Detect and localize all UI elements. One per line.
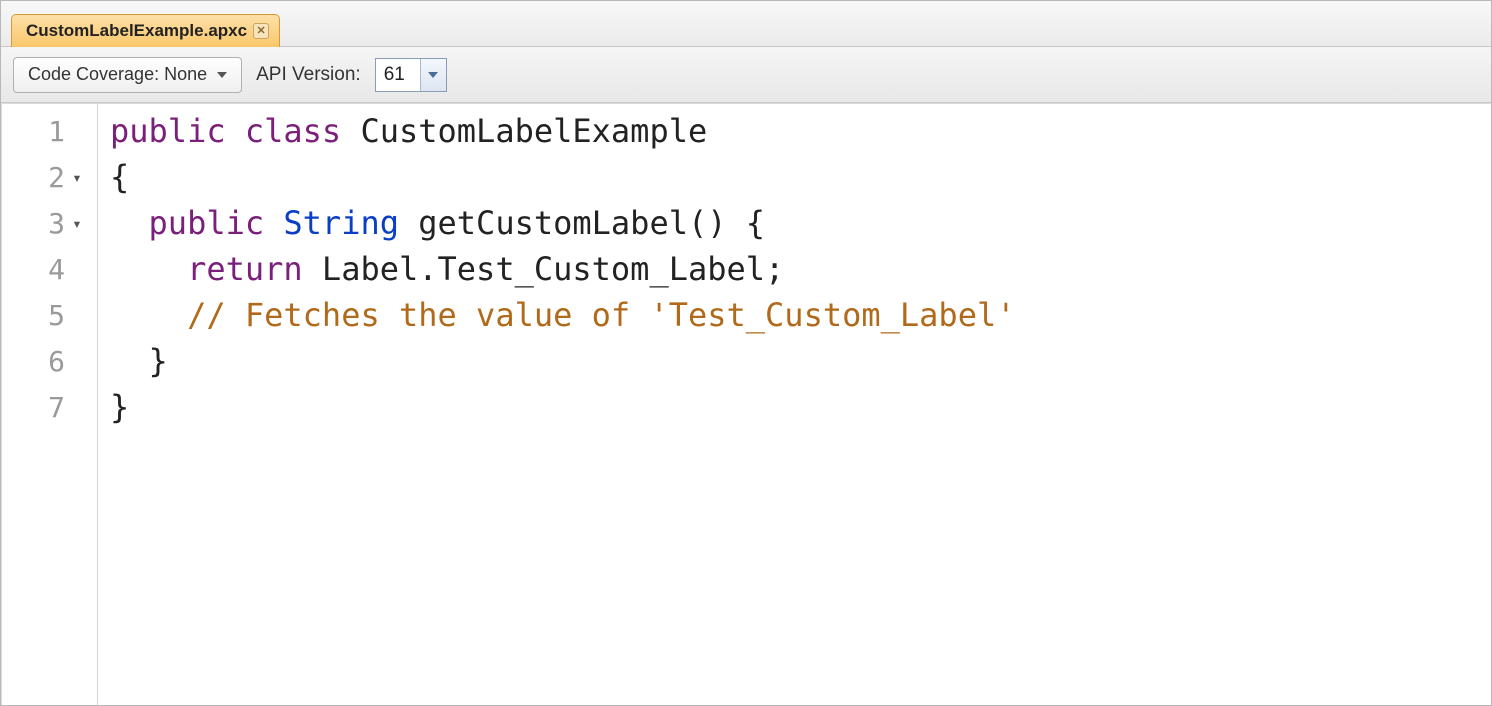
code-area[interactable]: public class CustomLabelExample{ public … <box>98 104 1491 705</box>
api-version-dropdown-button[interactable] <box>420 59 446 91</box>
code-line: { <box>110 154 1491 200</box>
line-number: 5 <box>2 292 97 338</box>
chevron-down-icon <box>217 72 227 78</box>
line-number: 1 <box>2 108 97 154</box>
line-number: 4 <box>2 246 97 292</box>
api-version-select[interactable] <box>375 58 447 92</box>
toolbar: Code Coverage: None API Version: <box>1 47 1491 103</box>
code-line: return Label.Test_Custom_Label; <box>110 246 1491 292</box>
editor-window: CustomLabelExample.apxc ✕ Code Coverage:… <box>0 0 1492 706</box>
line-number: 6 <box>2 338 97 384</box>
fold-icon[interactable]: ▾ <box>71 214 83 233</box>
api-version-label: API Version: <box>256 64 361 86</box>
gutter: 1 2▾ 3▾ 4 5 6 7 <box>2 104 98 705</box>
code-coverage-dropdown[interactable]: Code Coverage: None <box>13 57 242 93</box>
code-line: } <box>110 384 1491 430</box>
code-editor[interactable]: 1 2▾ 3▾ 4 5 6 7 public class CustomLabel… <box>1 103 1491 705</box>
code-line: public class CustomLabelExample <box>110 108 1491 154</box>
api-version-input[interactable] <box>376 60 420 90</box>
chevron-down-icon <box>428 72 438 78</box>
line-number: 7 <box>2 384 97 430</box>
tab-file[interactable]: CustomLabelExample.apxc ✕ <box>11 14 280 47</box>
line-number: 2▾ <box>2 154 97 200</box>
code-coverage-label: Code Coverage: None <box>28 64 207 85</box>
fold-icon[interactable]: ▾ <box>71 168 83 187</box>
code-line: public String getCustomLabel() { <box>110 200 1491 246</box>
tab-strip: CustomLabelExample.apxc ✕ <box>1 1 1491 47</box>
code-line: } <box>110 338 1491 384</box>
code-line: // Fetches the value of 'Test_Custom_Lab… <box>110 292 1491 338</box>
line-number: 3▾ <box>2 200 97 246</box>
close-icon[interactable]: ✕ <box>253 23 269 39</box>
tab-filename: CustomLabelExample.apxc <box>26 21 247 41</box>
